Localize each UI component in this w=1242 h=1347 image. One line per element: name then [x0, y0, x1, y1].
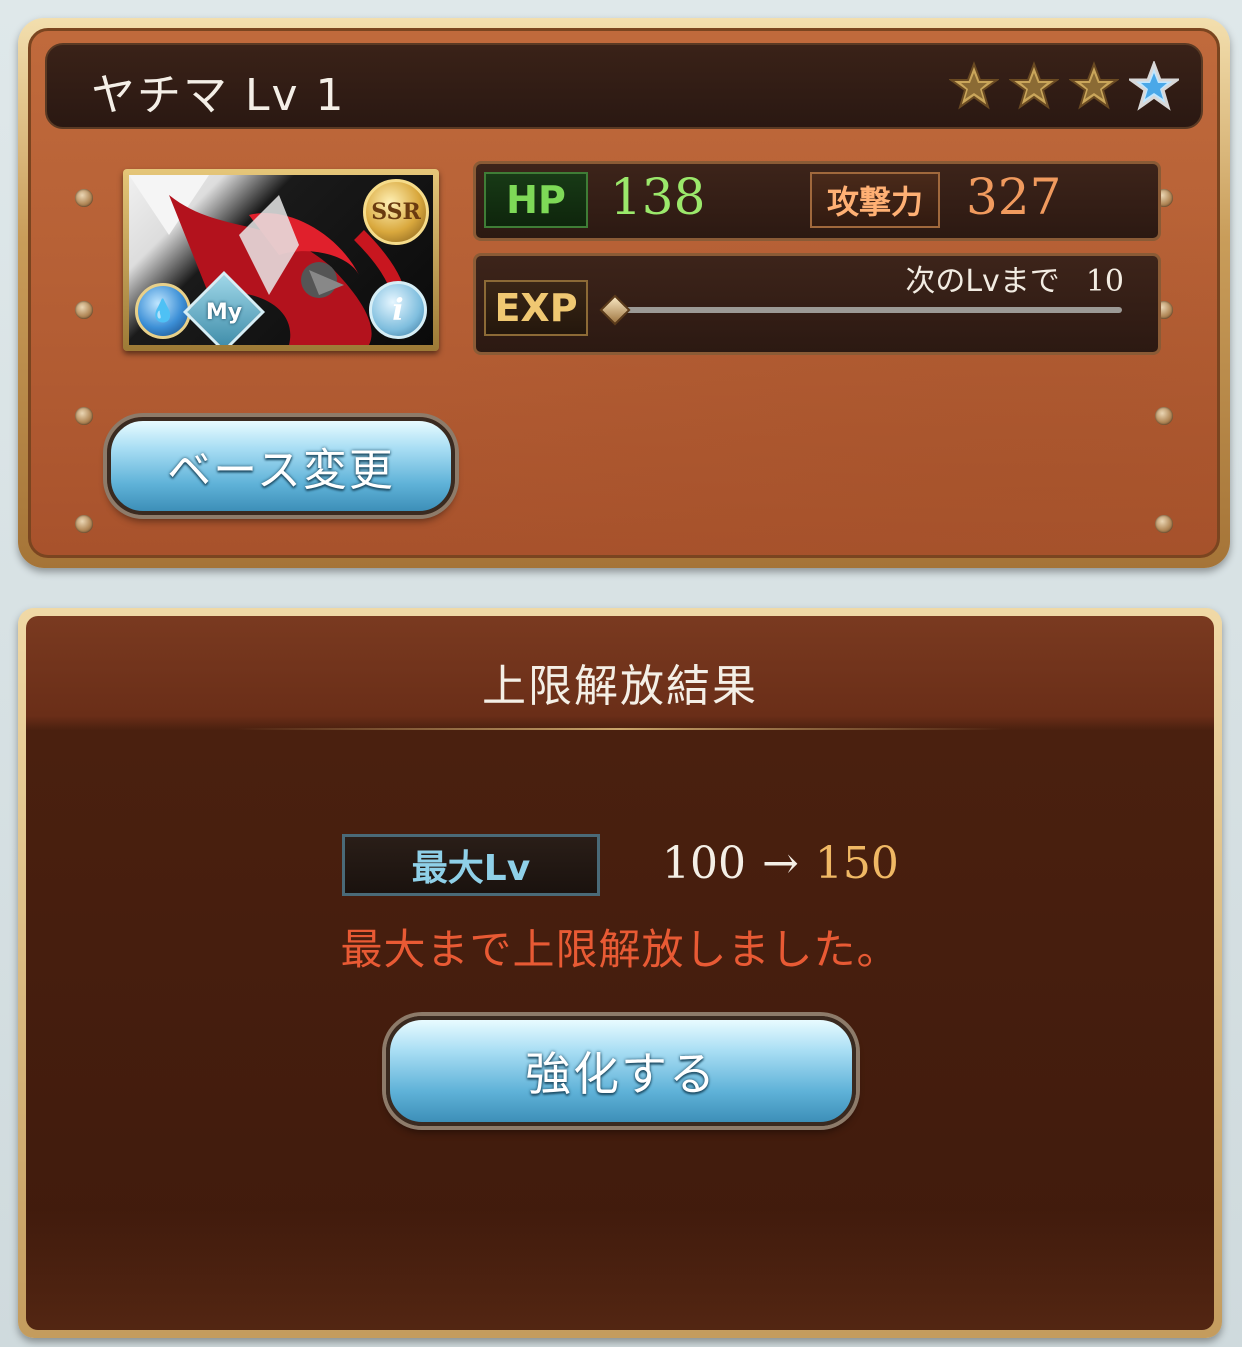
- uncap-complete-message: 最大まで上限解放しました。: [340, 925, 900, 974]
- uncap-result-inner: 上限解放結果 最大Lv 100 → 150 最大まで上限解放しました。 強化する: [26, 616, 1214, 1330]
- rivet-decoration: [75, 515, 93, 533]
- rivet-decoration: [75, 301, 93, 319]
- rivet-decoration: [75, 189, 93, 207]
- result-title: 上限解放結果: [482, 661, 758, 712]
- unit-status-inner: ヤチマ Lv 1 SSR 💧 My i HP 138 攻撃力 327 EXP 次…: [28, 28, 1220, 558]
- unit-name-level: ヤチマ Lv 1: [91, 70, 346, 121]
- max-level-label: 最大Lv: [342, 834, 600, 896]
- exp-box: EXP 次のLvまで 10: [473, 253, 1161, 355]
- attack-label: 攻撃力: [810, 172, 940, 228]
- star-gold-icon: [949, 61, 999, 110]
- attack-value: 327: [966, 168, 1062, 226]
- info-icon[interactable]: i: [369, 281, 427, 339]
- change-base-button[interactable]: ベース変更: [107, 417, 455, 515]
- enhance-button[interactable]: 強化する: [386, 1016, 856, 1126]
- unit-portrait-art: SSR 💧 My i: [129, 175, 433, 345]
- title-divider: [236, 728, 1004, 730]
- star-blue-icon: [1129, 61, 1179, 111]
- star-gold-icon: [1069, 61, 1119, 110]
- ssr-rarity-badge: SSR: [363, 179, 429, 245]
- exp-progress-bar: [616, 307, 1122, 313]
- uncap-stars: [949, 61, 1179, 111]
- hp-value: 138: [610, 168, 706, 226]
- rivet-decoration: [1155, 407, 1173, 425]
- rivet-decoration: [75, 407, 93, 425]
- next-level-label: 次のLvまで: [905, 264, 1060, 299]
- old-max-level: 100: [662, 838, 746, 889]
- level-change: 100 → 150: [662, 838, 899, 889]
- unit-portrait[interactable]: SSR 💧 My i: [123, 169, 439, 351]
- next-level-info: 次のLvまで 10: [905, 256, 1124, 300]
- star-gold-icon: [1009, 61, 1059, 110]
- uncap-result-panel: 上限解放結果 最大Lv 100 → 150 最大まで上限解放しました。 強化する: [18, 608, 1222, 1338]
- unit-status-panel: ヤチマ Lv 1 SSR 💧 My i HP 138 攻撃力 327 EXP 次…: [18, 18, 1230, 568]
- my-badge-label: My: [205, 299, 243, 325]
- next-level-value: 10: [1085, 264, 1124, 299]
- unit-title-bar: ヤチマ Lv 1: [45, 43, 1203, 129]
- rivet-decoration: [1155, 515, 1173, 533]
- exp-marker-icon: [599, 294, 631, 326]
- exp-label: EXP: [484, 280, 588, 336]
- arrow-right-icon: →: [761, 838, 799, 889]
- panel-ornament: [26, 1210, 1214, 1330]
- new-max-level: 150: [814, 838, 899, 889]
- stat-box: HP 138 攻撃力 327: [473, 161, 1161, 241]
- hp-label: HP: [484, 172, 588, 228]
